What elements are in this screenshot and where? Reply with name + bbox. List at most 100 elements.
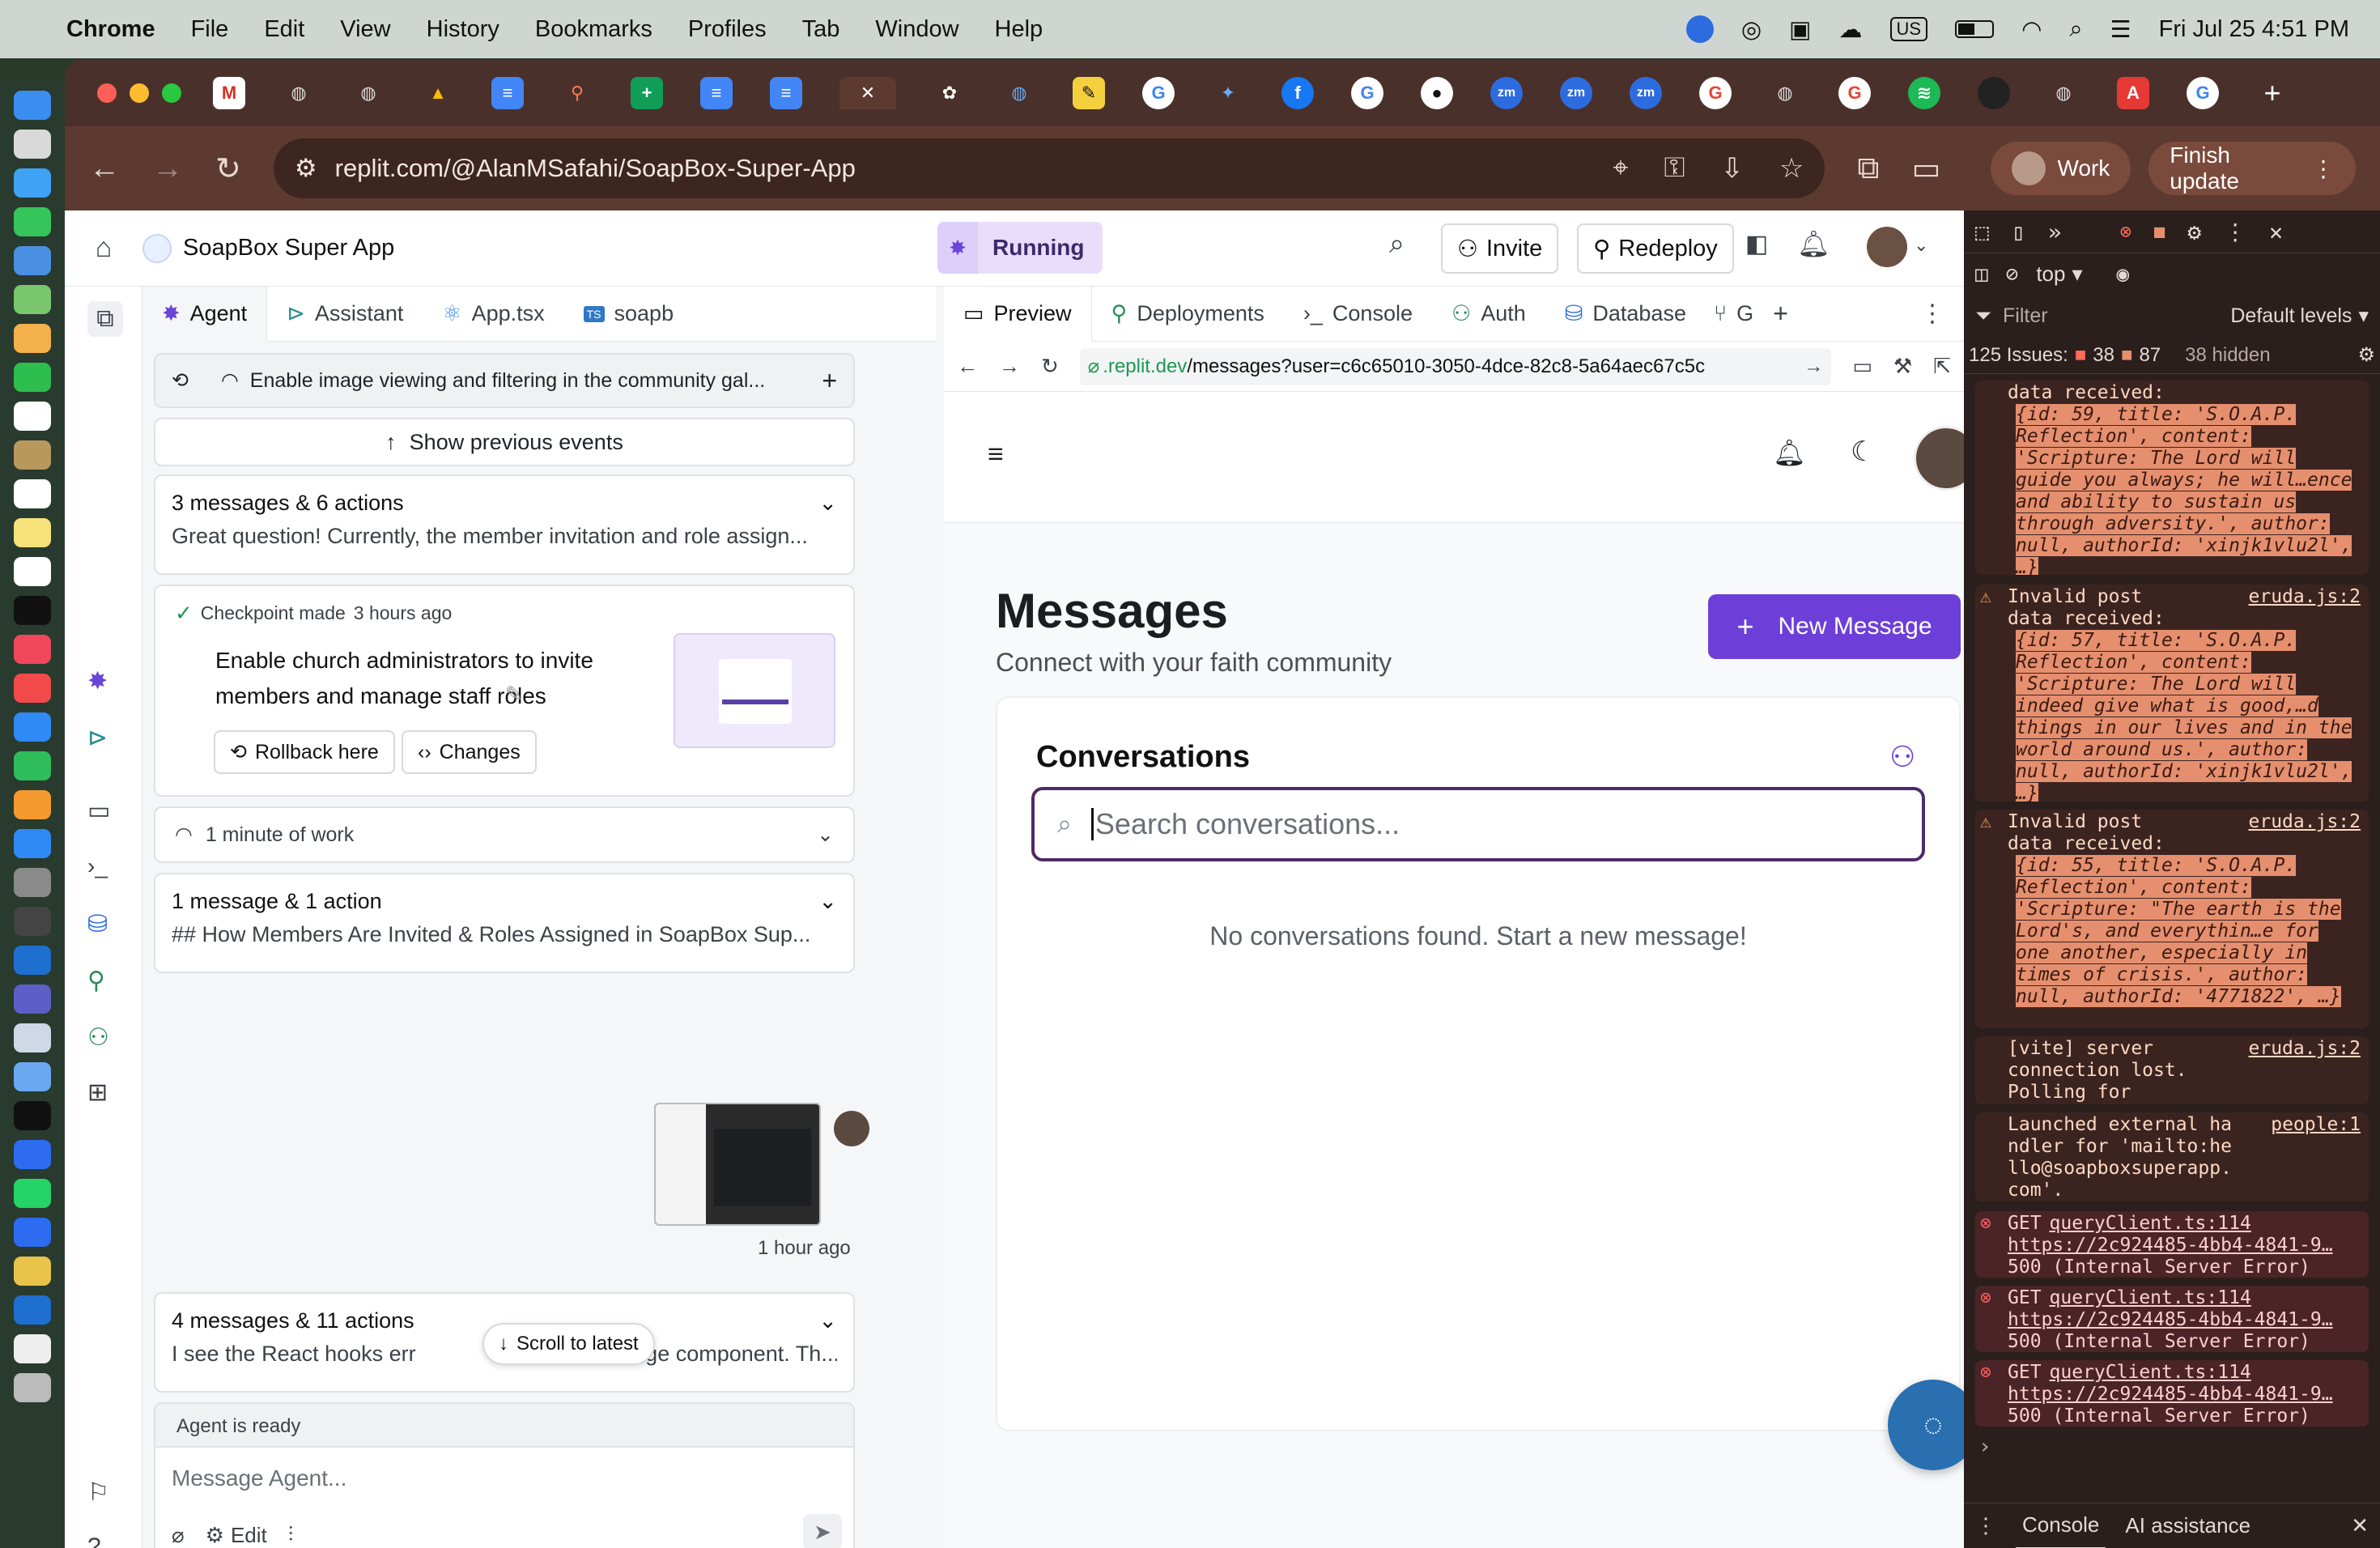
messenger-icon[interactable] [14, 1140, 51, 1169]
run-status-button[interactable]: ✸ Running [937, 222, 1103, 274]
photos-icon[interactable] [14, 324, 51, 353]
gemini-tab-icon[interactable]: ✦ [1212, 77, 1244, 109]
checkpoint-thumbnail[interactable] [674, 633, 835, 748]
work-duration[interactable]: ◠ 1 minute of work ⌄ [154, 806, 855, 863]
docs-tab-icon[interactable]: ≡ [770, 77, 802, 109]
spotify-tab-icon[interactable]: ≋ [1908, 77, 1940, 109]
live-expression-icon[interactable]: ◉ [2117, 262, 2130, 287]
control-center-icon[interactable]: ☰ [2110, 15, 2131, 44]
preview-url-field[interactable]: ⌀ .replit.dev /messages?user=c6c65010-30… [1079, 347, 1832, 385]
sidebar-toggle-icon[interactable]: ⧉ [87, 301, 123, 337]
agent-tool-icon[interactable]: ✸ [87, 667, 108, 695]
notifications-icon[interactable]: 🔔︎ [1797, 228, 1830, 259]
bookmark-star-icon[interactable]: ☆ [1779, 152, 1804, 185]
finder-icon[interactable] [14, 91, 51, 120]
news-icon[interactable] [14, 674, 51, 703]
back-icon[interactable]: ← [957, 354, 978, 379]
message-group-1[interactable]: 3 messages & 6 actions ⌄ Great question! … [154, 474, 855, 575]
contacts-icon[interactable] [14, 440, 51, 470]
globe-tab-icon[interactable]: ◍ [352, 77, 385, 109]
whatsapp-icon[interactable] [14, 1179, 51, 1208]
reload-icon[interactable]: ↻ [215, 151, 241, 187]
tab-database[interactable]: ⛁ Database [1545, 287, 1706, 342]
finder2-icon[interactable] [14, 1062, 51, 1091]
user-screenshot-attachment[interactable] [654, 1103, 821, 1226]
hamburger-menu-icon[interactable]: ≡ [988, 439, 1004, 470]
close-window-button[interactable] [97, 83, 117, 103]
system-settings-icon[interactable] [14, 868, 51, 897]
facebook-tab-icon[interactable]: f [1281, 77, 1314, 109]
more-vert-icon[interactable]: ⋮ [1920, 300, 1944, 328]
search-conversations-input[interactable]: ⌕ Search conversations... [1031, 787, 1925, 861]
calendar-icon[interactable] [14, 402, 51, 431]
sidebar-icon[interactable]: ◫ [1975, 262, 1988, 287]
console-error-2[interactable]: ⊗ GET queryClient.ts:114 https://2c924485… [1975, 1286, 2369, 1352]
menu-profiles[interactable]: Profiles [688, 16, 767, 43]
current-task-bar[interactable]: ⟲ ◠ Enable image viewing and filtering i… [154, 353, 855, 408]
globe-tab-icon[interactable]: ◍ [1003, 77, 1035, 109]
console-warning-3[interactable]: ⚠ Invalid post data received: eruda.js:2 … [1975, 810, 2369, 1028]
tab-agent[interactable]: ✸ Agent [142, 286, 268, 342]
auth-tool-icon[interactable]: ⚇ [87, 1023, 109, 1052]
safari-icon[interactable] [14, 168, 51, 198]
trash-icon[interactable] [14, 1373, 51, 1402]
tab-console[interactable]: ›_ Console [1284, 287, 1432, 342]
menu-view[interactable]: View [340, 16, 390, 43]
tab-preview[interactable]: ▭ Preview [944, 286, 1092, 342]
gear-icon[interactable]: ⚙ [2357, 343, 2375, 367]
menubar-clock[interactable]: Fri Jul 25 4:51 PM [2159, 16, 2349, 43]
rollback-button[interactable]: ⟲ Rollback here [214, 730, 395, 774]
tab-ai-assistance[interactable]: AI assistance [2125, 1513, 2250, 1538]
all-tools-icon[interactable]: ⊞ [87, 1078, 108, 1107]
menu-edit[interactable]: Edit [264, 16, 304, 43]
forward-icon[interactable]: → [999, 354, 1020, 379]
console-warning-2[interactable]: ⚠ Invalid post data received: eruda.js:2 … [1975, 585, 2369, 802]
pencil-icon[interactable]: ✎ [505, 682, 523, 707]
adobe-tab-icon[interactable]: A [2117, 77, 2149, 109]
google-tab-icon[interactable]: G [1351, 77, 1383, 109]
devtools-icon[interactable]: ⚒ [1893, 354, 1912, 379]
extensions-icon[interactable]: ⧉ [1857, 151, 1879, 186]
dark-mode-icon[interactable]: ☾ [1851, 436, 1875, 468]
minimize-window-button[interactable] [130, 83, 149, 103]
battery-icon[interactable] [1955, 20, 1995, 38]
wifi-icon[interactable]: ◠ [2021, 15, 2042, 44]
scroll-to-latest-button[interactable]: ↓ Scroll to latest [482, 1323, 655, 1365]
menu-tab[interactable]: Tab [802, 16, 840, 43]
tab-console-drawer[interactable]: Console [2016, 1503, 2106, 1548]
iphone-mirroring-icon[interactable] [14, 907, 51, 936]
menu-bookmarks[interactable]: Bookmarks [535, 16, 652, 43]
menu-file[interactable]: File [191, 16, 229, 43]
close-drawer-icon[interactable]: ✕ [2351, 1513, 2369, 1538]
go-icon[interactable]: → [1804, 355, 1823, 378]
more-panels-icon[interactable]: » [2048, 219, 2062, 245]
inspect-icon[interactable]: ⬚ [1975, 219, 1989, 245]
globe-tab-icon[interactable]: ◍ [1769, 77, 1801, 109]
menu-help[interactable]: Help [995, 16, 1043, 43]
teams-icon[interactable] [14, 985, 51, 1014]
zoom-tab-icon[interactable]: zm [1490, 77, 1523, 109]
url-text[interactable]: replit.com/@AlanMSafahi/SoapBox-Super-Ap… [335, 154, 856, 183]
message-agent-input[interactable]: Message Agent... [155, 1448, 853, 1509]
globe-tab-icon[interactable]: ◍ [2047, 77, 2080, 109]
console-log-mailto[interactable]: Launched external handler for 'mailto:he… [1975, 1112, 2369, 1201]
deployments-tool-icon[interactable]: ⚲ [87, 967, 105, 995]
reload-icon[interactable]: ↻ [1041, 354, 1059, 379]
user-avatar[interactable] [1867, 227, 1907, 267]
settings-icon[interactable]: ⚙ [2187, 219, 2201, 245]
globe-tab-icon[interactable]: ◍ [283, 77, 315, 109]
tab-app-tsx[interactable]: ⚛ App.tsx [423, 287, 563, 342]
add-tab-icon[interactable]: + [1773, 299, 1788, 329]
hubspot-tab-icon[interactable]: ⚲ [561, 77, 593, 109]
project-name[interactable]: SoapBox Super App [183, 235, 394, 262]
zoom-status-icon[interactable] [1685, 15, 1714, 43]
notes-icon[interactable] [14, 518, 51, 547]
profile-button[interactable]: Work [1991, 142, 2131, 195]
error-count-icon[interactable]: ⊗ [2120, 220, 2131, 243]
tab-assistant[interactable]: ⊳ Assistant [267, 287, 423, 342]
tab-auth[interactable]: ⚇ Auth [1432, 287, 1545, 342]
sheets-tab-icon[interactable]: + [631, 77, 663, 109]
zoom-tab-icon[interactable]: zm [1630, 77, 1662, 109]
weather-icon[interactable]: ☁ [1839, 15, 1863, 44]
console-prompt-icon[interactable]: › [1978, 1435, 1991, 1459]
